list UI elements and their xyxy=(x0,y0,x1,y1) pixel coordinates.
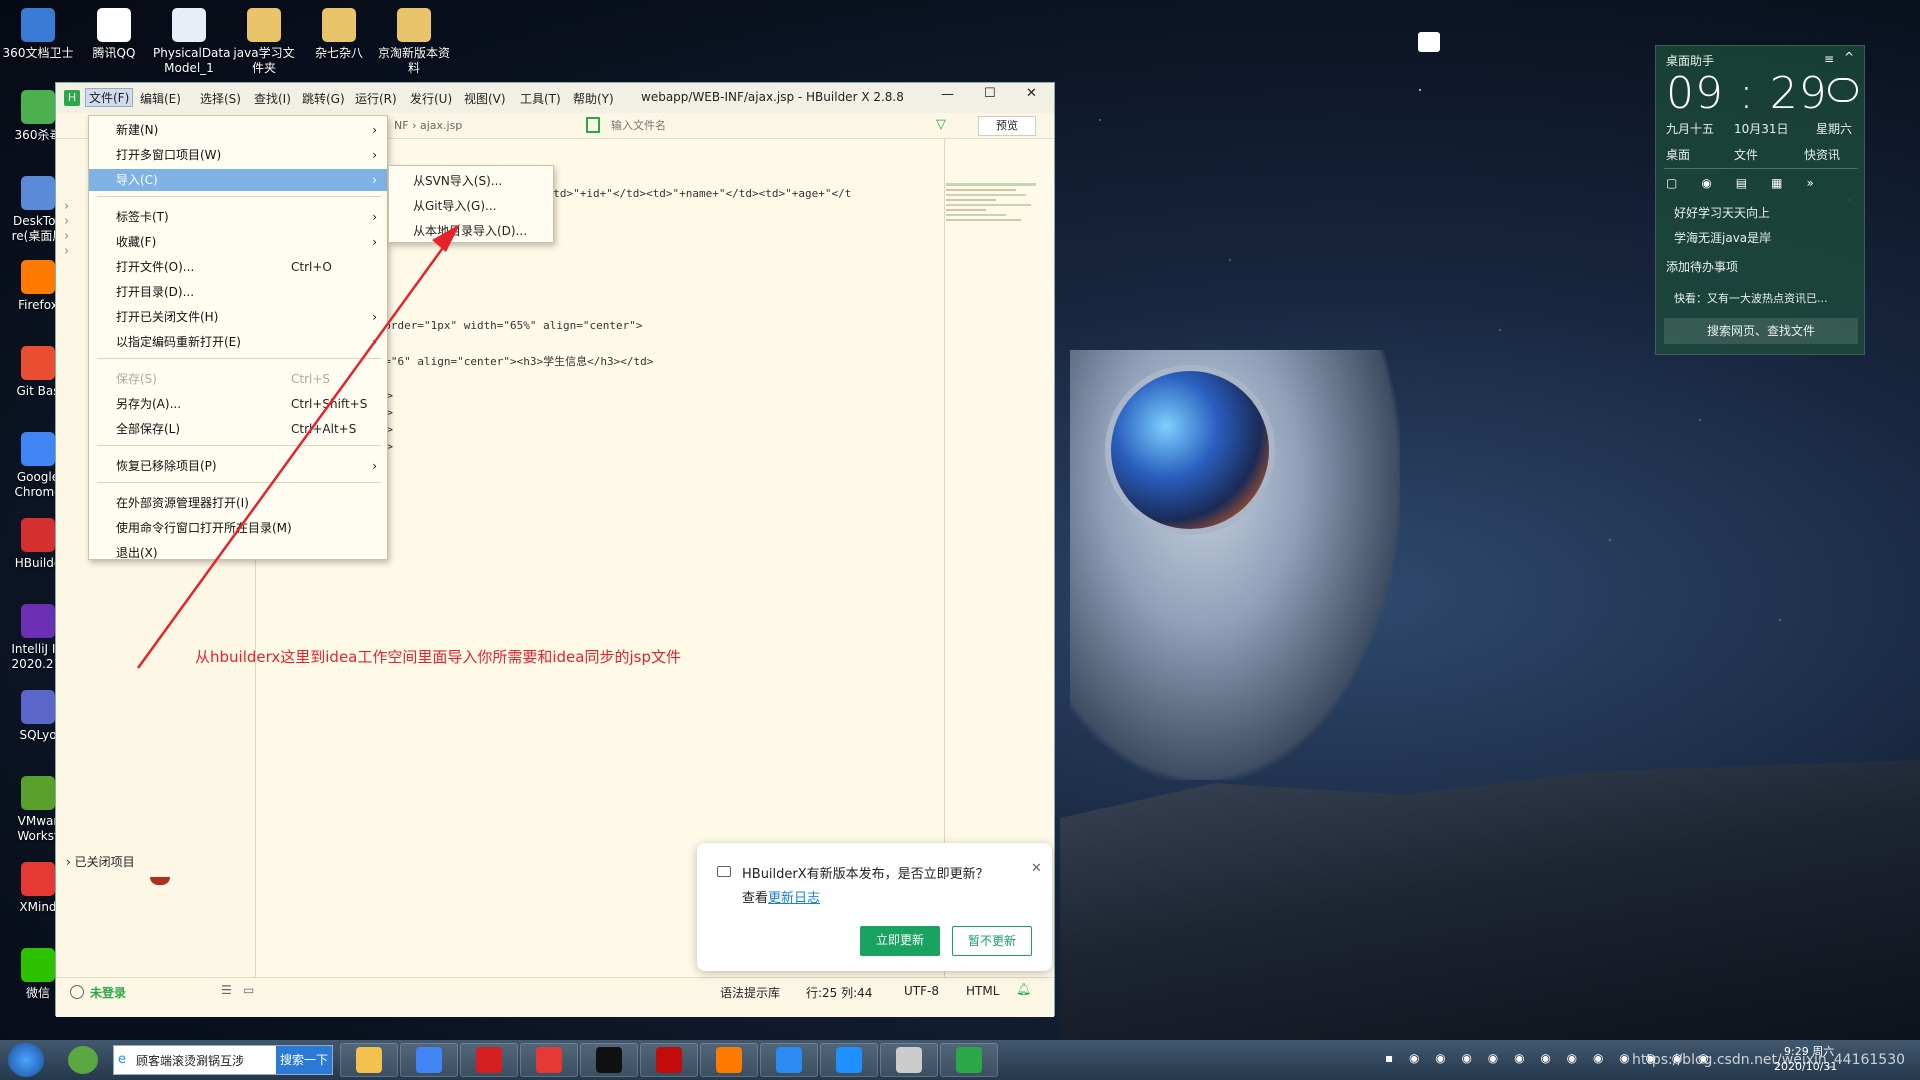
annotation-text: 从hbuilderx这里到idea工作空间里面导入你所需要和idea同步的jsp… xyxy=(195,648,681,666)
taskbar-app-button[interactable] xyxy=(640,1043,698,1077)
netease-music-icon xyxy=(656,1047,682,1073)
chrome-icon xyxy=(416,1047,442,1073)
taskbar-app-button[interactable] xyxy=(940,1043,998,1077)
update-now-button[interactable]: 立即更新 xyxy=(860,926,940,956)
search-tab-text: 顾客端滚烫涮锅互涉 xyxy=(136,1054,245,1068)
dingtalk-icon xyxy=(776,1047,802,1073)
taskbar-app-button[interactable] xyxy=(700,1043,758,1077)
changelog-prefix: 查看 xyxy=(742,891,769,906)
youdao-icon xyxy=(476,1047,502,1073)
csdn-watermark: https://blog.csdn.net/weixin_44161530 xyxy=(1632,1052,1906,1068)
taskbar-clock-time[interactable]: 9:29 周六 xyxy=(1784,1043,1834,1059)
taskbar-app-button[interactable] xyxy=(880,1043,938,1077)
start-button[interactable] xyxy=(8,1043,44,1077)
xmind-icon xyxy=(536,1047,562,1073)
popup-close-icon[interactable]: ✕ xyxy=(1031,861,1042,876)
snipping-icon xyxy=(896,1047,922,1073)
intellij-icon xyxy=(596,1047,622,1073)
taskbar-app-button[interactable] xyxy=(580,1043,638,1077)
explorer-icon xyxy=(356,1047,382,1073)
360-browser-icon[interactable] xyxy=(68,1046,98,1074)
ie-icon xyxy=(836,1047,862,1073)
update-notification: HBuilderX有新版本发布，是否立即更新？ ✕ 查看更新日志 立即更新 暂不… xyxy=(697,843,1052,971)
changelog-link[interactable]: 更新日志 xyxy=(768,891,820,906)
taskbar-app-button[interactable] xyxy=(520,1043,578,1077)
search-tab-button[interactable]: 搜索一下 xyxy=(276,1046,332,1074)
taskbar-clock-date[interactable]: 2020/10/31 xyxy=(1774,1060,1837,1073)
ie-small-icon: e xyxy=(118,1052,126,1067)
taskbar-app-button[interactable] xyxy=(460,1043,518,1077)
changelog-row: 查看更新日志 xyxy=(742,887,820,906)
search-taskbar-tab[interactable]: e 顾客端滚烫涮锅互涉 搜索一下 xyxy=(113,1045,333,1075)
taskbar-app-button[interactable] xyxy=(820,1043,878,1077)
later-button[interactable]: 暂不更新 xyxy=(952,926,1032,956)
message-icon xyxy=(717,866,731,877)
taskbar-app-button[interactable] xyxy=(760,1043,818,1077)
taskbar-app-button[interactable] xyxy=(400,1043,458,1077)
hbuilder-icon xyxy=(956,1047,982,1073)
taskbar-app-button[interactable] xyxy=(340,1043,398,1077)
update-message: HBuilderX有新版本发布，是否立即更新？ xyxy=(742,867,989,882)
firefox-icon xyxy=(716,1047,742,1073)
taskbar: e 顾客端滚烫涮锅互涉 搜索一下 ▪ ◉ ◉ ◉ ◉ ◉ ◉ ◉ ◉ ◉ ◉ ◉… xyxy=(0,1040,1920,1080)
